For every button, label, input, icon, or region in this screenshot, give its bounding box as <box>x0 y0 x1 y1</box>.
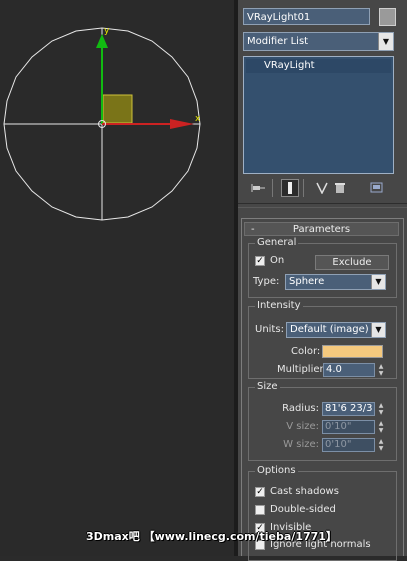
modifier-list-label: Modifier List <box>247 36 309 47</box>
units-value: Default (image) <box>290 324 369 335</box>
size-group: Size Radius: 81'6 23/3 ▲ ▼ V size: 0'10" … <box>248 381 397 461</box>
multiplier-spinner[interactable]: 4.0 ▲ ▼ <box>323 363 387 377</box>
double-sided-label: Double-sided <box>270 504 336 515</box>
chevron-down-icon[interactable]: ▼ <box>371 323 385 337</box>
radius-field[interactable]: 81'6 23/3 <box>322 402 375 416</box>
intensity-group: Intensity Units: Default (image) ▼ Color… <box>248 300 397 379</box>
pin-stack-icon[interactable] <box>249 179 267 197</box>
size-group-label: Size <box>255 381 280 393</box>
object-color-swatch[interactable] <box>379 8 396 26</box>
w-size-label: W size: <box>283 439 319 450</box>
radius-spinner[interactable]: 81'6 23/3 ▲ ▼ <box>322 402 387 416</box>
x-axis-label: x <box>195 114 201 124</box>
viewport-canvas: y x <box>3 26 201 221</box>
remove-modifier-icon[interactable] <box>331 179 349 197</box>
x-axis-arrow[interactable] <box>170 119 194 129</box>
on-checkbox[interactable]: ✓ <box>255 256 265 266</box>
separator <box>238 203 407 204</box>
separator <box>238 207 407 208</box>
object-name-field[interactable]: VRayLight01 <box>243 8 370 25</box>
spinner-arrows-icon[interactable]: ▲ ▼ <box>377 363 385 377</box>
show-end-result-icon[interactable] <box>281 179 299 197</box>
light-color-swatch[interactable] <box>322 345 383 358</box>
double-sided-checkbox[interactable] <box>255 505 265 515</box>
type-value: Sphere <box>289 276 325 287</box>
parameters-rollout: - Parameters General ✓ On Exclude Type: … <box>241 218 404 561</box>
xy-plane-handle[interactable] <box>102 94 133 124</box>
chevron-down-icon[interactable]: ▼ <box>378 33 393 50</box>
intensity-group-label: Intensity <box>255 300 303 312</box>
parameters-rollout-header[interactable]: - Parameters <box>244 222 399 236</box>
multiplier-label: Multiplier: <box>277 364 327 375</box>
v-size-label: V size: <box>286 421 319 432</box>
type-label: Type: <box>253 276 280 287</box>
units-dropdown[interactable]: Default (image) ▼ <box>286 322 386 338</box>
general-group-label: General <box>255 237 299 249</box>
y-axis-arrow[interactable] <box>96 34 108 48</box>
options-group-label: Options <box>255 465 298 477</box>
units-label: Units: <box>255 324 284 335</box>
w-size-field: 0'10" <box>322 438 375 452</box>
viewport[interactable]: y x <box>0 0 234 556</box>
options-group: Options ✓ Cast shadows Double-sided ✓ In… <box>248 465 397 561</box>
v-size-spinner: 0'10" ▲ ▼ <box>322 420 387 434</box>
modifier-stack[interactable]: VRayLight <box>243 56 394 174</box>
modifier-list-dropdown[interactable]: Modifier List ▼ <box>243 32 394 51</box>
type-dropdown[interactable]: Sphere ▼ <box>285 274 386 290</box>
on-label: On <box>270 255 285 266</box>
y-axis-label: y <box>104 26 110 36</box>
cast-shadows-label: Cast shadows <box>270 486 339 497</box>
general-group: General ✓ On Exclude Type: Sphere ▼ <box>248 237 397 298</box>
multiplier-field[interactable]: 4.0 <box>323 363 375 377</box>
watermark: 3Dmax吧 【www.linecg.com/tieba/1771】 <box>86 530 337 543</box>
radius-label: Radius: <box>282 403 319 414</box>
rollout-title: Parameters <box>292 224 351 235</box>
spinner-arrows-icon: ▲ ▼ <box>378 420 384 434</box>
configure-modifier-sets-icon[interactable] <box>368 179 386 197</box>
v-size-field: 0'10" <box>322 420 375 434</box>
make-unique-icon[interactable] <box>313 179 331 197</box>
w-size-spinner: 0'10" ▲ ▼ <box>322 438 387 452</box>
collapse-icon: - <box>251 224 255 235</box>
command-panel: VRayLight01 Modifier List ▼ VRayLight - … <box>238 0 407 561</box>
chevron-down-icon[interactable]: ▼ <box>371 275 385 289</box>
stack-item-vraylight[interactable]: VRayLight <box>246 59 391 73</box>
spinner-arrows-icon[interactable]: ▲ ▼ <box>377 402 385 416</box>
stack-toolbar <box>243 177 394 199</box>
color-label: Color: <box>291 346 321 357</box>
exclude-button[interactable]: Exclude <box>315 255 389 270</box>
cast-shadows-checkbox[interactable]: ✓ <box>255 487 265 497</box>
spinner-arrows-icon: ▲ ▼ <box>378 438 384 452</box>
